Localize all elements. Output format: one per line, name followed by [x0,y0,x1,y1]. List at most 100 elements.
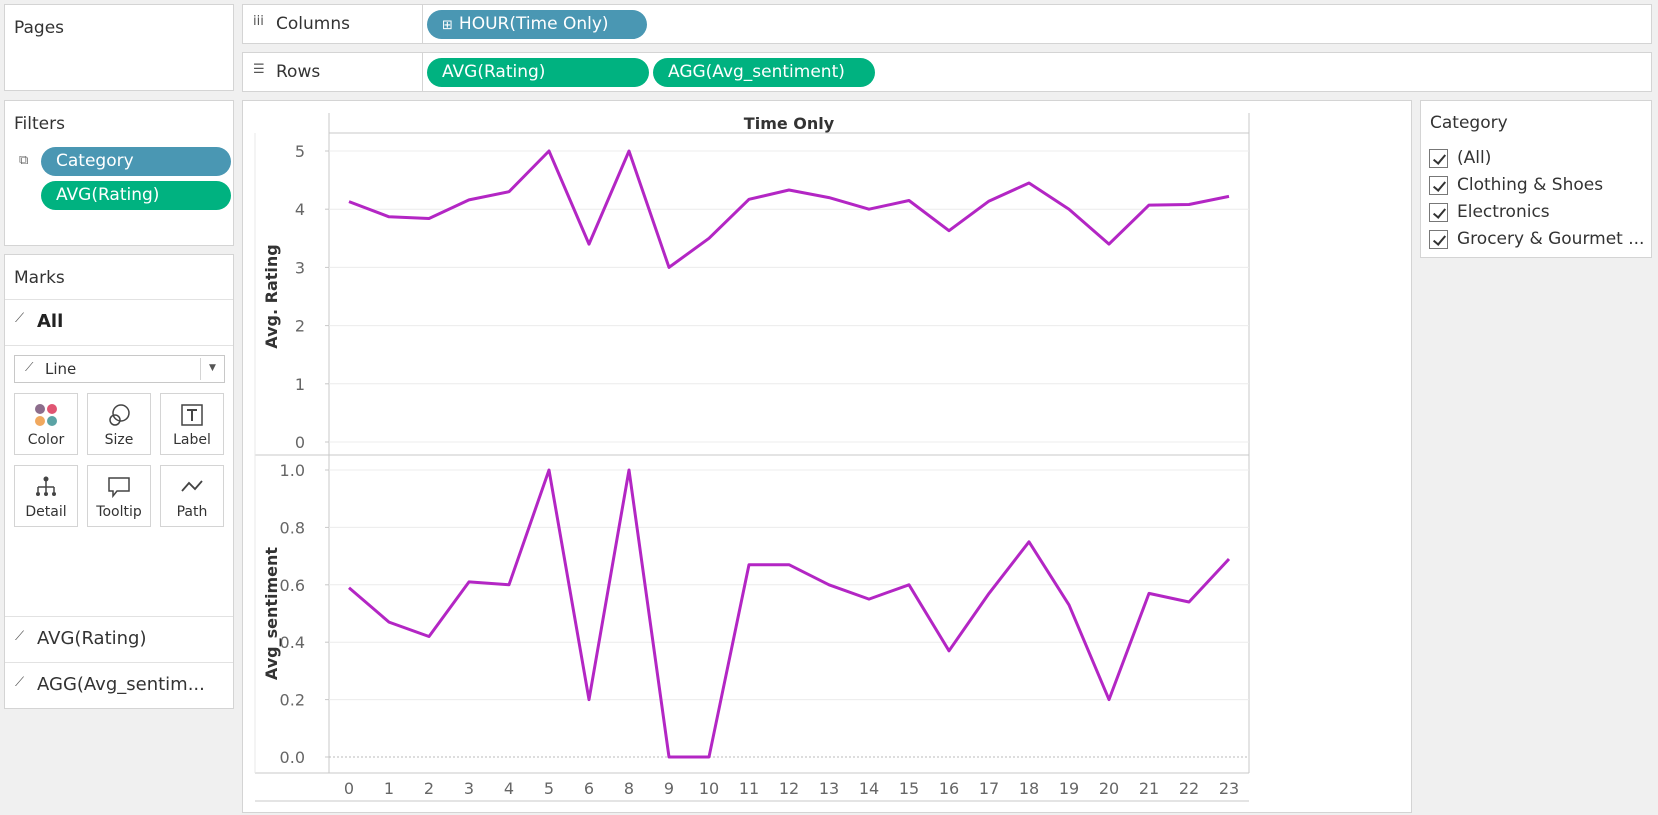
x-tick-label: 9 [664,779,674,798]
line-mark-icon: ⟋ [15,675,25,690]
checkbox[interactable] [1429,230,1448,249]
columns-shelf[interactable]: iii Columns ⊞ HOUR(Time Only) [242,4,1652,44]
checkbox[interactable] [1429,176,1448,195]
filters-title: Filters [14,114,65,134]
filter-pill-category[interactable]: Category [41,147,231,176]
measure-label: AVG(Rating) [37,628,147,649]
y-tick-label: 0.4 [280,633,305,652]
dropdown-divider [200,358,201,380]
x-tick-label: 16 [939,779,959,798]
x-tick-label: 0 [344,779,354,798]
pages-panel: Pages [4,4,234,91]
y-tick-label: 2 [295,317,305,336]
marks-panel: Marks ⟋ All ⟋ Line ▼ Color Size Label De… [4,254,234,709]
checkbox[interactable] [1429,149,1448,168]
detail-card[interactable]: Detail [14,465,78,527]
x-tick-label: 19 [1059,779,1079,798]
filters-panel: Filters ⧉ Category AVG(Rating) [4,100,234,246]
color-card-label: Color [27,432,65,448]
marks-measure-agg-sentiment[interactable]: ⟋ AGG(Avg_sentim... [5,662,233,708]
y-tick-label: 0 [295,433,305,452]
x-tick-label: 23 [1219,779,1239,798]
x-tick-label: 3 [464,779,474,798]
path-card[interactable]: Path [160,465,224,527]
line-chart[interactable]: Time Only012345Avg. Rating0.00.20.40.60.… [243,101,1411,812]
x-tick-label: 6 [584,779,594,798]
color-card[interactable]: Color [14,393,78,455]
tooltip-icon [108,477,130,499]
series-line-avg-sentiment [348,468,1231,759]
size-card[interactable]: Size [87,393,151,455]
rows-pill-agg-sentiment[interactable]: AGG(Avg_sentiment) [653,58,875,87]
y-axis-label: Avg. Rating [262,244,281,348]
checkbox[interactable] [1429,203,1448,222]
rows-shelf[interactable]: ☰ Rows AVG(Rating) AGG(Avg_sentiment) [242,52,1652,92]
y-tick-label: 0.6 [280,576,305,595]
x-tick-label: 11 [739,779,759,798]
columns-label: Columns [276,14,350,34]
color-icon [35,404,57,426]
y-tick-label: 3 [295,258,305,277]
y-tick-label: 0.2 [280,691,305,710]
label-card-label: Label [173,432,211,448]
marks-all-label: All [37,311,64,332]
chart-title: Time Only [744,114,835,133]
path-icon [181,480,203,492]
mark-type-value: Line [45,360,77,378]
measure-label: AGG(Avg_sentim... [37,674,205,695]
size-card-label: Size [104,432,134,448]
expand-icon[interactable]: ⊞ [442,18,453,33]
tooltip-card-label: Tooltip [96,504,142,520]
path-card-label: Path [176,504,208,520]
x-tick-label: 13 [819,779,839,798]
detail-icon [36,476,56,496]
category-option-label: Electronics [1457,202,1550,222]
y-tick-label: 0.8 [280,518,305,537]
x-tick-label: 2 [424,779,434,798]
detail-card-label: Detail [25,504,67,520]
y-axis-label: Avg_sentiment [262,547,281,681]
y-tick-label: 0.0 [280,748,305,767]
category-filter-card: Category (All) Clothing & Shoes Electron… [1420,100,1652,258]
label-icon [181,404,203,426]
x-tick-label: 15 [899,779,919,798]
label-card[interactable]: Label [160,393,224,455]
pages-title: Pages [14,18,65,38]
divider [5,345,233,346]
x-tick-label: 18 [1019,779,1039,798]
x-tick-label: 22 [1179,779,1199,798]
y-tick-label: 1.0 [280,461,305,480]
view-area[interactable]: Time Only 0 1 2 3 4 5 Avg. Rating 0.0 0.2 0.4 0.6 0.… [242,100,1412,813]
columns-pill-hour[interactable]: ⊞ HOUR(Time Only) [427,10,647,39]
chevron-down-icon[interactable]: ▼ [209,363,216,373]
x-tick-label: 1 [384,779,394,798]
category-filter-title: Category [1430,113,1508,133]
x-tick-label: 5 [544,779,554,798]
context-filter-icon: ⧉ [19,153,29,168]
columns-icon: iii [253,14,264,29]
x-tick-label: 4 [504,779,514,798]
marks-all-tab[interactable]: ⟋ All [5,299,233,345]
category-option-label: (All) [1457,148,1492,168]
y-tick-label: 4 [295,200,305,219]
marks-title: Marks [14,268,65,288]
x-tick-label: 20 [1099,779,1119,798]
x-tick-label: 12 [779,779,799,798]
category-option-label: Grocery & Gourmet ... [1457,229,1645,249]
x-tick-label: 17 [979,779,999,798]
line-mark-icon: ⟋ [15,311,25,326]
shelf-divider [422,5,423,43]
tooltip-card[interactable]: Tooltip [87,465,151,527]
marks-measure-avg-rating[interactable]: ⟋ AVG(Rating) [5,616,233,662]
shelf-divider [422,53,423,91]
line-mark-icon: ⟋ [25,360,34,374]
mark-type-dropdown[interactable]: ⟋ Line ▼ [14,355,225,383]
y-tick-label: 5 [295,142,305,161]
rows-pill-avg-rating[interactable]: AVG(Rating) [427,58,649,87]
pill-label: HOUR(Time Only) [458,14,609,34]
filter-pill-avg-rating[interactable]: AVG(Rating) [41,181,231,210]
y-tick-label: 1 [295,375,305,394]
x-tick-label: 10 [699,779,719,798]
size-icon [109,404,130,426]
rows-icon: ☰ [253,62,265,77]
